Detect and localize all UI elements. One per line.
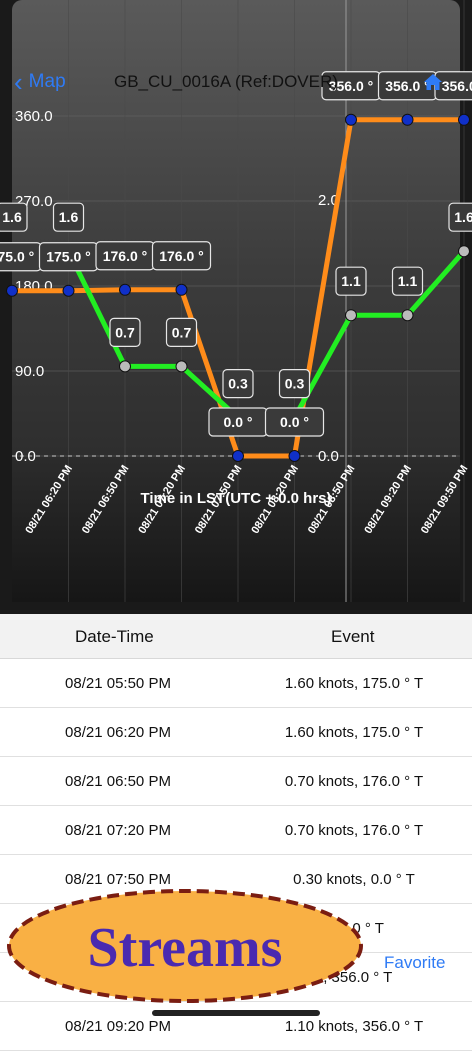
data-label: 175.0 ° bbox=[0, 249, 34, 265]
series-0-point[interactable] bbox=[458, 113, 470, 126]
left-axis-tick-label: 360.0 bbox=[15, 108, 53, 125]
cell-event: 0.70 knots, 176.0 ° T bbox=[284, 822, 424, 839]
cell-date-time: 08/21 05:50 PM bbox=[65, 675, 171, 692]
streams-badge[interactable]: Streams bbox=[4, 886, 366, 1006]
cell-event: 1.60 knots, 175.0 ° T bbox=[284, 724, 424, 741]
cell-date-time: 08/21 06:50 PM bbox=[65, 773, 171, 790]
cell-event: 0.70 knots, 176.0 ° T bbox=[284, 773, 424, 790]
cell-event: 1.60 knots, 175.0 ° T bbox=[284, 675, 424, 692]
data-label: 1.1 bbox=[398, 273, 418, 289]
series-0-point[interactable] bbox=[119, 283, 131, 296]
data-label: 0.0 ° bbox=[224, 414, 253, 430]
table-row[interactable]: 08/21 06:20 PM 1.60 knots, 175.0 ° T bbox=[0, 708, 472, 757]
table-header: Date-Time Event bbox=[0, 614, 472, 659]
page-title: GB_CU_0016A (Ref:DOVER) bbox=[114, 72, 338, 91]
series-1-point[interactable] bbox=[458, 245, 470, 258]
table-row[interactable]: 08/21 07:20 PM 0.70 knots, 176.0 ° T bbox=[0, 806, 472, 855]
series-0-point[interactable] bbox=[175, 283, 188, 296]
chevron-left-icon: ‹ bbox=[14, 67, 23, 97]
data-label: 176.0 ° bbox=[159, 248, 204, 264]
series-1-point[interactable] bbox=[401, 309, 414, 322]
data-label: 1.6 bbox=[2, 209, 22, 225]
data-label: 0.3 bbox=[285, 376, 305, 392]
series-1-point[interactable] bbox=[119, 360, 131, 373]
data-label: 0.7 bbox=[172, 324, 192, 340]
favorite-button[interactable]: Favorite bbox=[384, 953, 445, 973]
series-0-point[interactable] bbox=[288, 450, 301, 462]
navigation-bar: ‹ Map GB_CU_0016A (Ref:DOVER) bbox=[0, 66, 472, 102]
series-0-point[interactable] bbox=[6, 284, 18, 297]
table-row[interactable]: 08/21 05:50 PM 1.60 knots, 175.0 ° T bbox=[0, 659, 472, 708]
back-button[interactable]: ‹ Map bbox=[14, 67, 66, 97]
series-0-point[interactable] bbox=[62, 284, 75, 297]
home-icon[interactable] bbox=[423, 72, 443, 92]
series-1-point[interactable] bbox=[345, 309, 357, 322]
left-axis-tick-label: 0.0 bbox=[15, 448, 36, 465]
column-header-date-time: Date-Time bbox=[75, 627, 154, 646]
data-label: 0.3 bbox=[228, 376, 248, 392]
cell-date-time: 08/21 07:20 PM bbox=[65, 822, 171, 839]
series-0-point[interactable] bbox=[345, 113, 357, 126]
cell-event: 1.10 knots, 356.0 ° T bbox=[284, 1018, 424, 1035]
column-header-event: Event bbox=[331, 627, 375, 646]
data-label: 1.6 bbox=[454, 209, 472, 225]
data-label: 1.6 bbox=[59, 209, 79, 225]
right-axis-tick-label: 0.0 bbox=[318, 448, 339, 465]
data-label: 0.0 ° bbox=[280, 414, 309, 430]
left-axis-tick-label: 90.0 bbox=[15, 363, 44, 380]
data-label: 0.7 bbox=[115, 324, 135, 340]
series-0-point[interactable] bbox=[401, 113, 414, 126]
cell-date-time: 08/21 09:20 PM bbox=[65, 1018, 171, 1035]
table-row[interactable]: 08/21 06:50 PM 0.70 knots, 176.0 ° T bbox=[0, 757, 472, 806]
data-label: 175.0 ° bbox=[46, 249, 91, 265]
home-indicator bbox=[152, 1010, 320, 1016]
series-1-point[interactable] bbox=[175, 360, 188, 373]
streams-badge-text: Streams bbox=[88, 917, 283, 979]
back-label: Map bbox=[28, 71, 66, 92]
x-axis-title: Time in LST(UTC + 0.0 hrs) bbox=[140, 490, 331, 507]
data-label: 1.1 bbox=[341, 273, 361, 289]
data-label: 176.0 ° bbox=[103, 248, 148, 264]
cell-date-time: 08/21 06:20 PM bbox=[65, 724, 171, 741]
series-0-point[interactable] bbox=[232, 450, 244, 462]
